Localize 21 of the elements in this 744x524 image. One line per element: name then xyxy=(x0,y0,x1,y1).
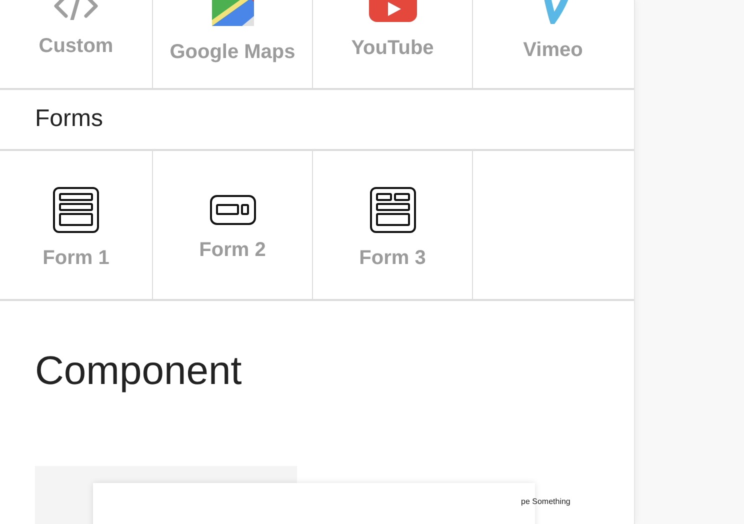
form-icon xyxy=(370,187,416,234)
form-tile[interactable]: Form 1 xyxy=(0,150,153,299)
form-icon xyxy=(53,187,99,234)
tile-label: Custom xyxy=(38,35,114,58)
tile-label: Form 3 xyxy=(359,247,426,270)
embed-tile[interactable]: Custom xyxy=(0,0,153,88)
form-tile[interactable]: Form 3 xyxy=(313,150,473,299)
section-title: Forms xyxy=(35,105,103,134)
tile-label: Form 2 xyxy=(199,239,266,262)
tile-label: Google Maps xyxy=(170,41,296,64)
section-heading: Component xyxy=(35,349,243,394)
embed-tile[interactable]: Google Maps xyxy=(153,0,313,88)
tile-label: Vimeo xyxy=(523,39,583,62)
tile-label: Form 1 xyxy=(42,247,110,270)
form-tile[interactable]: Form 2 xyxy=(153,150,313,299)
embed-tile[interactable]: YouTube xyxy=(313,0,473,88)
embed-tile[interactable]: Vimeo xyxy=(473,0,633,88)
preview-text: pe Something xyxy=(521,497,570,506)
tile-label: YouTube xyxy=(351,37,434,60)
form-icon xyxy=(210,195,256,226)
code-icon xyxy=(52,0,100,20)
